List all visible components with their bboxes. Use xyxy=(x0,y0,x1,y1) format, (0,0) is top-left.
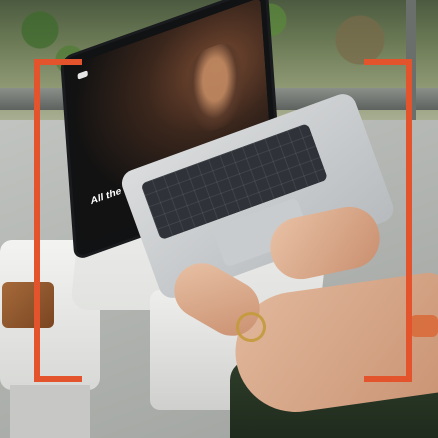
orange-object xyxy=(410,315,438,337)
left-stool-leg xyxy=(10,385,90,438)
photo-scene: All the Seasons xyxy=(0,0,438,438)
frame-corner-bottom-left xyxy=(34,334,82,382)
wood-block xyxy=(2,282,54,328)
frame-corner-top-right xyxy=(364,59,412,107)
frame-corner-bottom-right xyxy=(364,334,412,382)
hero-portrait xyxy=(184,36,247,139)
frame-corner-top-left xyxy=(34,59,82,107)
